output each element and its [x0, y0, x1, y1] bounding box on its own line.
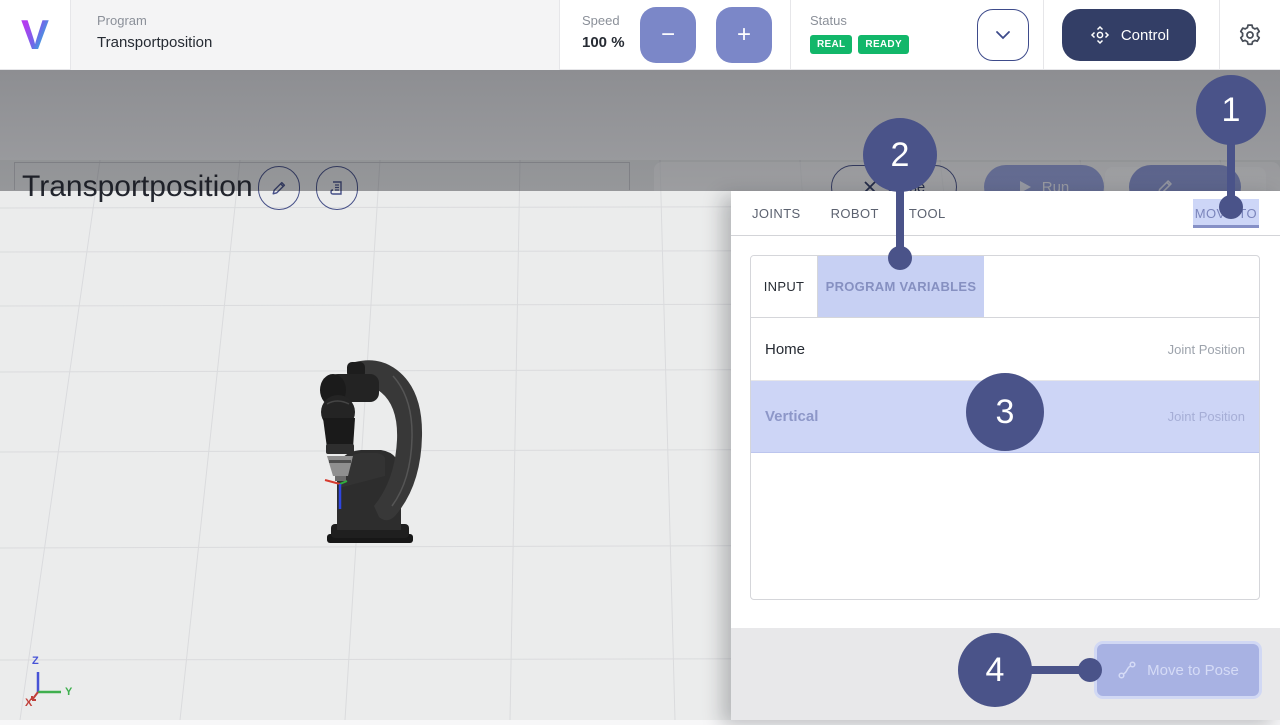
- status-label: Status: [810, 13, 909, 28]
- move-to-pose-label: Move to Pose: [1147, 662, 1239, 679]
- step-2-dot: [888, 246, 912, 270]
- logo-v-icon: V: [21, 14, 49, 56]
- step-4-badge: 4: [958, 633, 1032, 707]
- variable-name: Vertical: [765, 408, 818, 425]
- tab-input[interactable]: INPUT: [751, 256, 818, 317]
- speed-label: Speed: [582, 13, 625, 28]
- step-2-badge: 2: [863, 118, 937, 192]
- path-move-icon: [1117, 660, 1137, 680]
- axis-triad: Z Y X: [14, 655, 84, 715]
- step-1-badge: 1: [1196, 75, 1266, 145]
- variable-row-home[interactable]: Home Joint Position: [751, 318, 1259, 381]
- tab-joints[interactable]: JOINTS: [750, 199, 803, 228]
- panel-tab-bar: JOINTS ROBOT TOOL MOVE TO: [731, 191, 1280, 236]
- tab-robot[interactable]: ROBOT: [829, 199, 881, 228]
- speed-increase-button[interactable]: +: [716, 7, 772, 63]
- speed-section: Speed 100 %: [582, 13, 625, 51]
- status-badge-real: REAL: [810, 35, 852, 54]
- axis-label-x: X: [25, 697, 32, 709]
- robot-arm: [303, 356, 427, 548]
- chevron-down-icon: [995, 30, 1011, 40]
- divider: [1043, 0, 1044, 70]
- program-label: Program: [97, 13, 559, 28]
- program-name: Transportposition: [97, 34, 559, 51]
- status-badge-ready: READY: [858, 35, 909, 54]
- program-section: Program Transportposition: [70, 0, 560, 70]
- axis-label-y: Y: [65, 686, 72, 698]
- status-expand-button[interactable]: [977, 9, 1029, 61]
- speed-value: 100 %: [582, 34, 625, 51]
- plus-icon: +: [737, 21, 751, 49]
- step-3-badge: 3: [966, 373, 1044, 451]
- variable-type: Joint Position: [1168, 342, 1245, 357]
- divider: [790, 0, 791, 70]
- minus-icon: −: [661, 21, 675, 49]
- control-move-icon: [1089, 24, 1111, 46]
- step-4-dot: [1078, 658, 1102, 682]
- variable-name: Home: [765, 341, 805, 358]
- speed-decrease-button[interactable]: −: [640, 7, 696, 63]
- top-bar: V Program Transportposition Speed 100 % …: [0, 0, 1280, 70]
- step-1-dot: [1219, 195, 1243, 219]
- control-button[interactable]: Control: [1062, 9, 1196, 61]
- settings-button[interactable]: [1236, 21, 1264, 49]
- move-to-pose-button[interactable]: Move to Pose: [1097, 644, 1259, 696]
- step-2-connector: [896, 185, 904, 255]
- divider: [1219, 0, 1220, 70]
- pose-source-tab-bar: INPUT PROGRAM VARIABLES: [751, 256, 1259, 318]
- tutorial-dim-overlay: [0, 70, 1280, 191]
- variable-type: Joint Position: [1168, 409, 1245, 424]
- app-logo[interactable]: V: [0, 0, 70, 70]
- status-section: Status REAL READY: [810, 13, 909, 54]
- gear-icon: [1236, 21, 1264, 49]
- control-label: Control: [1121, 27, 1169, 44]
- axis-label-z: Z: [32, 655, 39, 667]
- tab-tool[interactable]: TOOL: [907, 199, 948, 228]
